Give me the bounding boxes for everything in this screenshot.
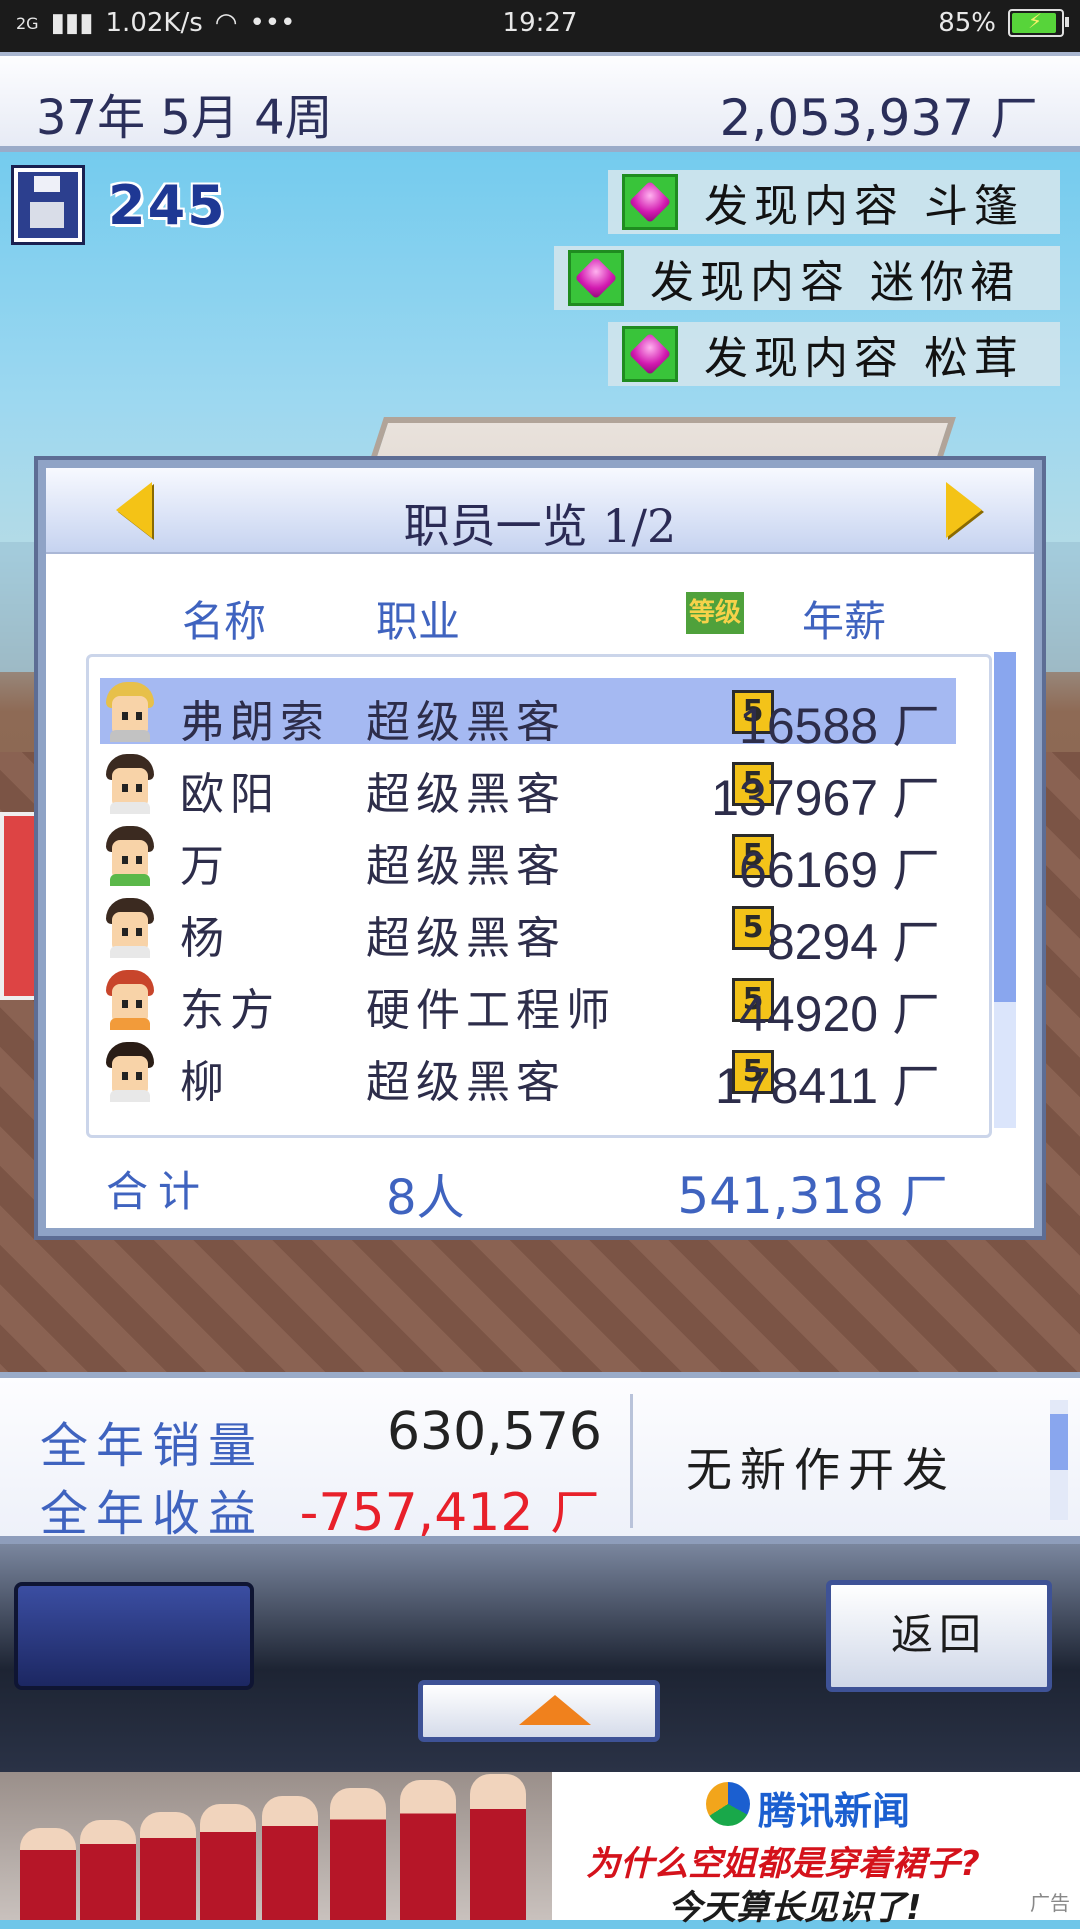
staff-salary: 137967 ㄏ <box>711 758 942 830</box>
currency-icon: ㄏ <box>892 1058 942 1114</box>
ad-tag: 广告 <box>1026 1887 1074 1916</box>
menu-button[interactable] <box>14 1582 254 1690</box>
game-date: 37年 5月 4周 <box>36 90 333 146</box>
clock: 19:27 <box>502 8 578 38</box>
total-salary: 541,318 ㄏ <box>677 1156 950 1228</box>
currency-icon: ㄏ <box>990 89 1040 147</box>
control-bar: 返回 <box>0 1544 1080 1772</box>
staff-avatar <box>102 826 158 886</box>
ad-banner[interactable]: 腾讯新闻 为什么空姐都是穿着裙子? 今天算长见识了! 广告 <box>0 1772 1080 1928</box>
staff-name: 欧阳 <box>180 769 280 820</box>
ad-brand: 腾讯新闻 <box>758 1789 911 1833</box>
status-bar: 2G ▮▮▮ 1.02K/s ◠ ••• 19:27 85% ⚡ <box>0 0 1080 52</box>
annual-sales-label: 全年销量 <box>40 1418 265 1474</box>
staff-job: 超级黑客 <box>366 841 566 892</box>
ad-subheadline: 今天算长见识了! <box>668 1888 922 1928</box>
total-label: 合计 <box>106 1167 211 1216</box>
divider <box>630 1394 633 1528</box>
save-count: 245 <box>108 174 227 237</box>
staff-job: 超级黑客 <box>366 769 566 820</box>
discovery-notice-2: 发现内容 迷你裙 <box>554 246 1060 310</box>
staff-avatar <box>102 754 158 814</box>
column-header-salary: 年薪 <box>802 597 887 646</box>
pink-gem-icon <box>622 326 678 382</box>
column-header-job: 职业 <box>376 597 461 646</box>
staff-list-scroll-thumb[interactable] <box>994 652 1016 1002</box>
currency-icon: ㄏ <box>549 1483 602 1543</box>
currency-icon: ㄏ <box>892 914 942 970</box>
total-people: 8人 <box>386 1170 465 1226</box>
staff-job: 超级黑客 <box>366 1057 566 1108</box>
discovery-notice-1: 发现内容 斗篷 <box>608 170 1060 234</box>
staff-avatar <box>102 1042 158 1102</box>
expand-up-button[interactable] <box>418 1680 660 1742</box>
staff-row[interactable]: 柳 超级黑客 5 178411 ㄏ <box>100 1038 956 1114</box>
staff-name: 万 <box>180 841 230 892</box>
annual-profit: -757,412 ㄏ <box>300 1470 602 1545</box>
pink-gem-icon <box>622 174 678 230</box>
staff-job: 硬件工程师 <box>366 985 616 1036</box>
staff-job: 超级黑客 <box>366 913 566 964</box>
staff-job: 超级黑客 <box>366 697 566 748</box>
staff-row[interactable]: 杨 超级黑客 5 8294 ㄏ <box>100 894 956 970</box>
ad-headline: 为什么空姐都是穿着裙子? <box>586 1844 980 1884</box>
panel-header: 职员一览 1/2 <box>46 468 1034 554</box>
notice-text: 发现内容 斗篷 <box>704 181 1024 232</box>
staff-salary: 66169 ㄏ <box>739 830 942 902</box>
salary-value: 66169 <box>739 842 879 898</box>
currency-icon: ㄏ <box>900 1167 950 1225</box>
panel-title: 职员一览 1/2 <box>403 499 677 553</box>
pink-gem-icon <box>568 250 624 306</box>
staff-avatar <box>102 898 158 958</box>
sales-scroll-thumb[interactable] <box>1050 1414 1068 1470</box>
staff-salary: 16588 ㄏ <box>739 686 942 758</box>
staff-salary: 8294 ㄏ <box>767 902 942 974</box>
annual-profit-value: -757,412 <box>299 1483 534 1543</box>
staff-avatar <box>102 970 158 1030</box>
staff-salary: 178411 ㄏ <box>715 1046 942 1118</box>
annual-sales-panel: 全年销量 630,576 全年收益 -757,412 ㄏ 无新作开发 <box>0 1372 1080 1544</box>
currency-icon: ㄏ <box>892 770 942 826</box>
tencent-news-logo-icon <box>706 1782 750 1826</box>
notice-text: 发现内容 松茸 <box>704 333 1024 384</box>
staff-avatar <box>102 682 158 742</box>
staff-row[interactable]: 弗朗索 超级黑客 5 16588 ㄏ <box>100 678 956 754</box>
development-status: 无新作开发 <box>686 1443 956 1497</box>
salary-value: 44920 <box>739 986 879 1042</box>
salary-value: 16588 <box>739 698 879 754</box>
back-button[interactable]: 返回 <box>826 1580 1052 1692</box>
currency-icon: ㄏ <box>892 698 942 754</box>
funds-display: 2,053,937 ㄏ <box>720 78 1040 150</box>
salary-value: 137967 <box>711 770 879 826</box>
column-header-name: 名称 <box>182 597 267 646</box>
top-info-bar: 37年 5月 4周 2,053,937 ㄏ <box>0 52 1080 152</box>
annual-sales-value: 630,576 <box>386 1402 602 1462</box>
floppy-disk-icon <box>14 168 82 242</box>
staff-row[interactable]: 欧阳 超级黑客 5 137967 ㄏ <box>100 750 956 826</box>
staff-name: 弗朗索 <box>180 697 330 748</box>
next-page-arrow-icon[interactable] <box>946 482 982 538</box>
currency-icon: ㄏ <box>892 986 942 1042</box>
annual-profit-label: 全年收益 <box>40 1486 265 1542</box>
battery-icon: ⚡ <box>1008 9 1069 37</box>
ad-photo <box>0 1772 552 1920</box>
battery-percent: 85% <box>938 8 996 38</box>
salary-value: 8294 <box>766 914 879 970</box>
notice-text: 发现内容 迷你裙 <box>650 257 1020 308</box>
staff-name: 东方 <box>180 985 280 1036</box>
total-salary-value: 541,318 <box>677 1167 885 1225</box>
staff-name: 杨 <box>180 913 230 964</box>
staff-list-panel: 职员一览 1/2 名称 职业 等级 年薪 弗朗索 超级黑客 5 16588 ㄏ … <box>38 460 1042 1236</box>
currency-icon: ㄏ <box>892 842 942 898</box>
staff-row[interactable]: 万 超级黑客 5 66169 ㄏ <box>100 822 956 898</box>
staff-row[interactable]: 东方 硬件工程师 5 44920 ㄏ <box>100 966 956 1042</box>
staff-name: 柳 <box>180 1057 230 1108</box>
salary-value: 178411 <box>714 1058 879 1114</box>
staff-salary: 44920 ㄏ <box>739 974 942 1046</box>
column-header-level: 等级 <box>686 592 744 634</box>
discovery-notice-3: 发现内容 松茸 <box>608 322 1060 386</box>
up-arrow-icon <box>519 1695 591 1725</box>
funds-value: 2,053,937 <box>719 89 975 147</box>
